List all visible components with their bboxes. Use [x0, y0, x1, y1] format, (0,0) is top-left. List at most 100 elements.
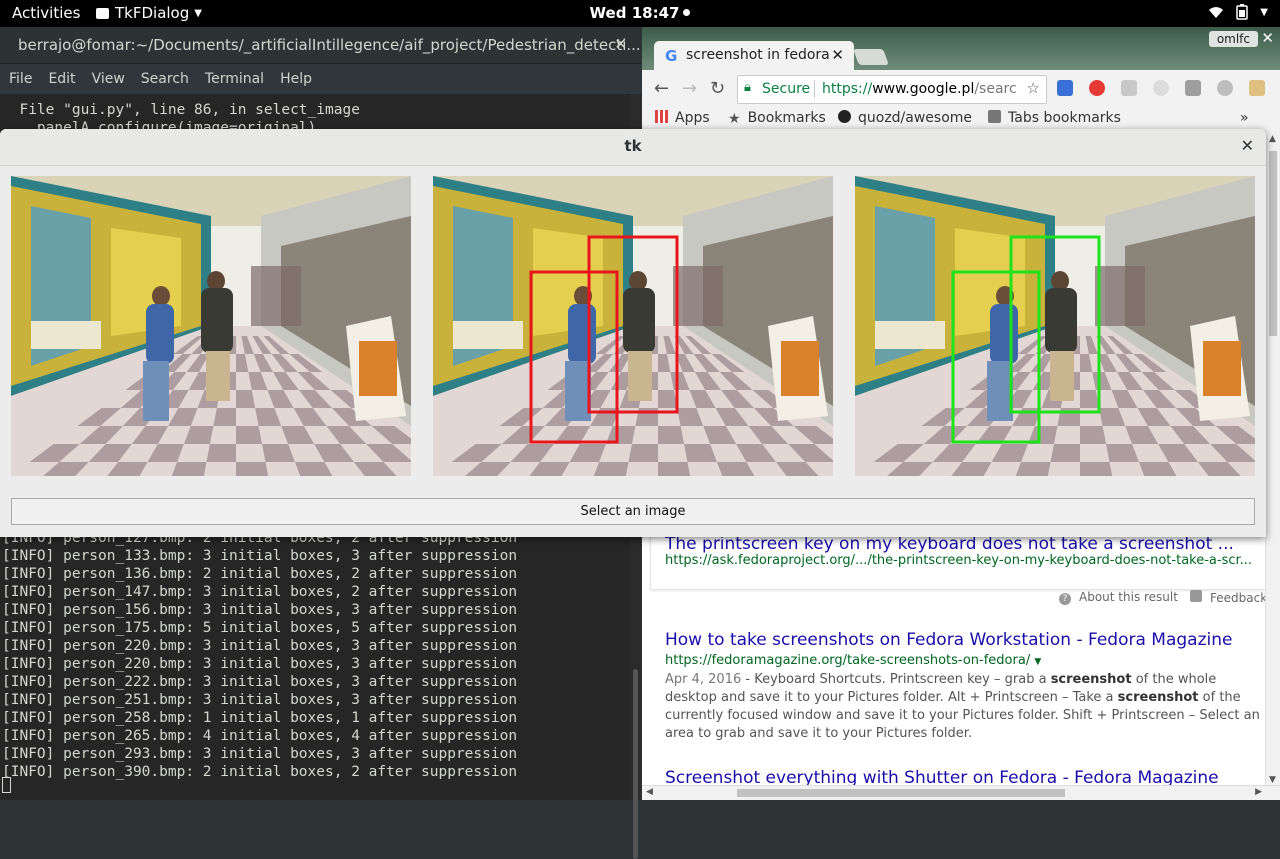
log-line: [INFO] person_175.bmp: 5 initial boxes, … — [2, 620, 518, 636]
detection-overlay — [951, 235, 1101, 444]
tk-dialog: tk ✕ Select an image — [0, 129, 1266, 537]
url-host: www.google.pl — [872, 81, 975, 97]
close-icon[interactable]: ✕ — [831, 46, 844, 64]
bookmarks-overflow-button[interactable]: » — [1240, 110, 1249, 126]
google-icon: G — [665, 47, 678, 65]
menu-view[interactable]: View — [92, 71, 125, 87]
about-result-label: About this result — [1079, 590, 1178, 604]
extension-icon[interactable] — [1057, 80, 1073, 96]
result-url[interactable]: https://ask.fedoraproject.org/.../the-pr… — [665, 553, 1252, 568]
scrollbar-thumb[interactable] — [737, 789, 1065, 797]
extension-icon[interactable] — [1249, 80, 1265, 96]
menu-edit[interactable]: Edit — [48, 71, 75, 87]
log-line: [INFO] person_147.bmp: 3 initial boxes, … — [2, 584, 518, 600]
scroll-up-icon[interactable]: ▲ — [1269, 134, 1276, 144]
menu-file[interactable]: File — [9, 71, 32, 87]
extension-icon[interactable] — [1217, 80, 1233, 96]
terminal-cursor — [2, 777, 11, 793]
log-line: [INFO] person_220.bmp: 3 initial boxes, … — [2, 638, 518, 654]
bookmark-quozd[interactable]: quozd/awesome — [838, 110, 972, 126]
address-bar[interactable]: 🔒︎ Secure https://www.google.pl/search?q… — [737, 75, 1047, 104]
app-menu[interactable]: TkFDialog ▼ — [96, 4, 202, 22]
bookmark-apps[interactable]: Apps — [655, 110, 710, 126]
forward-arrow-icon[interactable]: → — [682, 78, 697, 99]
mall-photo — [11, 176, 411, 476]
terminal-titlebar[interactable]: berrajo@fomar:~/Documents/_artificialInt… — [0, 27, 641, 64]
bookmark-label: Tabs bookmarks — [1008, 110, 1121, 126]
scrollbar-thumb[interactable] — [633, 669, 638, 859]
about-result[interactable]: ? About this result — [1059, 590, 1178, 605]
page-scrollbar[interactable]: ▲ ▼ — [1265, 131, 1280, 786]
bookmark-bookmarks[interactable]: ★ Bookmarks — [728, 110, 826, 127]
close-icon[interactable]: ✕ — [1241, 136, 1254, 155]
select-image-button[interactable]: Select an image — [11, 498, 1255, 525]
divider — [814, 80, 815, 98]
url-text: https://www.google.pl/search?q= — [822, 81, 1017, 97]
image-panel-after-suppression — [855, 176, 1255, 476]
new-tab-button[interactable] — [853, 49, 889, 65]
result-link[interactable]: The printscreen key on my keyboard does … — [665, 534, 1234, 554]
log-line: [INFO] person_156.bmp: 3 initial boxes, … — [2, 602, 518, 618]
tk-title: tk — [624, 137, 642, 155]
extension-icon[interactable] — [1153, 80, 1169, 96]
tk-titlebar[interactable]: tk ✕ — [0, 129, 1266, 166]
star-icon: ★ — [728, 111, 741, 127]
bookmark-label: Bookmarks — [747, 110, 826, 126]
horizontal-scrollbar[interactable]: ◀ ▶ — [642, 785, 1280, 800]
result-snippet: Apr 4, 2016 - Keyboard Shortcuts. Prints… — [665, 671, 1261, 743]
scroll-right-icon[interactable]: ▶ — [1255, 787, 1262, 797]
system-status-area[interactable]: ▼ — [1208, 4, 1268, 20]
profile-button[interactable]: omlfc — [1208, 31, 1258, 47]
secure-label: Secure — [762, 81, 811, 97]
activities-button[interactable]: Activities — [12, 4, 80, 22]
folder-icon — [988, 110, 1001, 123]
log-line: [INFO] person_133.bmp: 3 initial boxes, … — [2, 548, 518, 564]
feedback-label: Feedback — [1210, 591, 1268, 605]
result-link[interactable]: How to take screenshots on Fedora Workst… — [665, 630, 1232, 650]
bookmark-star-icon[interactable]: ☆ — [1027, 79, 1040, 97]
feedback-link[interactable]: Feedback — [1190, 590, 1267, 605]
chevron-down-icon: ▼ — [194, 8, 202, 19]
extension-icon[interactable] — [1089, 80, 1105, 96]
close-icon[interactable]: ✕ — [1261, 29, 1274, 47]
chevron-down-icon: ▼ — [1260, 6, 1268, 18]
reload-icon[interactable]: ↻ — [710, 78, 725, 99]
caret-down-icon[interactable]: ▼ — [1034, 657, 1041, 667]
scroll-down-icon[interactable]: ▼ — [1269, 775, 1276, 785]
menu-terminal[interactable]: Terminal — [205, 71, 264, 87]
menu-help[interactable]: Help — [280, 71, 312, 87]
bookmark-label: Apps — [675, 110, 710, 126]
log-line: [INFO] person_390.bmp: 2 initial boxes, … — [2, 764, 518, 780]
close-icon[interactable]: ✕ — [614, 35, 627, 53]
extension-icon[interactable] — [1185, 80, 1201, 96]
bookmark-tabs[interactable]: Tabs bookmarks — [988, 110, 1121, 126]
log-line: [INFO] person_220.bmp: 3 initial boxes, … — [2, 656, 518, 672]
gnome-top-bar: Activities TkFDialog ▼ Wed 18:47 ▼ — [0, 0, 1280, 27]
detection-box — [951, 270, 1041, 444]
image-panel-before-suppression — [433, 176, 833, 476]
result-snippet-text: Keyboard Shortcuts. Printscreen key – gr… — [665, 672, 1260, 741]
github-icon — [838, 110, 851, 123]
app-menu-label: TkFDialog — [115, 4, 190, 22]
dropbox-icon[interactable] — [1121, 80, 1137, 96]
tab-search[interactable]: G screenshot in fedora ✕ — [654, 41, 854, 70]
wifi-icon — [1209, 7, 1224, 18]
tab-title: screenshot in fedora — [686, 47, 830, 63]
battery-icon — [1236, 4, 1249, 20]
result-url[interactable]: https://fedoramagazine.org/take-screensh… — [665, 653, 1041, 668]
log-line: [INFO] person_265.bmp: 4 initial boxes, … — [2, 728, 518, 744]
scroll-left-icon[interactable]: ◀ — [646, 787, 653, 797]
result-url-text: https://fedoramagazine.org/take-screensh… — [665, 653, 1031, 668]
scrollbar-thumb[interactable] — [1269, 151, 1277, 336]
bookmarks-bar: Apps ★ Bookmarks quozd/awesome Tabs bookm… — [642, 107, 1280, 131]
question-icon: ? — [1059, 593, 1071, 605]
log-line: [INFO] person_258.bmp: 1 initial boxes, … — [2, 710, 518, 726]
menu-search[interactable]: Search — [141, 71, 189, 87]
log-line: [INFO] person_293.bmp: 3 initial boxes, … — [2, 746, 518, 762]
back-arrow-icon[interactable]: ← — [654, 78, 669, 99]
result-date: Apr 4, 2016 — [665, 672, 742, 687]
url-path: /search?q= — [974, 81, 1017, 97]
apps-grid-icon — [655, 110, 668, 123]
terminal-menubar: File Edit View Search Terminal Help — [0, 64, 641, 94]
detection-box — [529, 270, 619, 444]
